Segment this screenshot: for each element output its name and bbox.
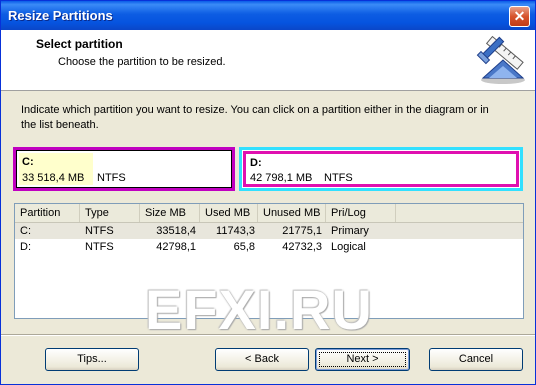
partition-size: 42 798,1 MB — [250, 172, 313, 184]
wizard-header: Select partition Choose the partition to… — [1, 30, 535, 91]
cell-unused: 21775,1 — [282, 225, 322, 237]
cell-type: NTFS — [85, 241, 114, 253]
partition-block-d[interactable]: D: 42 798,1 MB NTFS — [239, 147, 523, 191]
cell-partition: C: — [20, 225, 31, 237]
title-bar: Resize Partitions ✕ — [1, 1, 535, 30]
partition-block-c[interactable]: C: 33 518,4 MB NTFS — [13, 147, 235, 191]
page-subtitle: Choose the partition to be resized. — [58, 56, 226, 68]
back-button-label: < Back — [245, 353, 279, 365]
next-button[interactable]: Next > — [315, 348, 410, 371]
tips-button-label: Tips... — [77, 353, 107, 365]
resize-partitions-dialog: Resize Partitions ✕ Select partition Cho… — [0, 0, 536, 385]
column-header-partition[interactable]: Partition — [15, 204, 80, 222]
cell-size: 42798,1 — [156, 241, 196, 253]
cell-unused: 42732,3 — [282, 241, 322, 253]
table-row[interactable]: D: NTFS 42798,1 65,8 42732,3 Logical — [15, 239, 523, 255]
cancel-button[interactable]: Cancel — [429, 348, 523, 371]
cell-used: 11743,3 — [216, 225, 255, 237]
partition-label: C: — [22, 156, 34, 168]
watermark: EFXI.RU — [145, 278, 373, 341]
column-header-size[interactable]: Size MB — [140, 204, 200, 222]
partition-diagram: C: 33 518,4 MB NTFS D: 42 798,1 MB NTFS — [13, 147, 523, 191]
focus-ring — [319, 352, 406, 367]
tips-button[interactable]: Tips... — [45, 348, 139, 371]
column-header-unused[interactable]: Unused MB — [258, 204, 326, 222]
cell-partition: D: — [20, 241, 31, 253]
close-button[interactable]: ✕ — [509, 6, 530, 27]
cell-type: NTFS — [85, 225, 114, 237]
cell-size: 33518,4 — [156, 225, 196, 237]
cell-used: 65,8 — [233, 241, 255, 253]
close-icon: ✕ — [513, 8, 526, 24]
instructions-text: Indicate which partition you want to res… — [21, 104, 489, 131]
page-title: Select partition — [36, 37, 123, 51]
cell-prilog: Primary — [331, 225, 369, 237]
cancel-button-label: Cancel — [458, 353, 494, 365]
column-header-prilog[interactable]: Pri/Log — [326, 204, 396, 222]
partition-size: 33 518,4 MB — [22, 172, 85, 184]
table-row[interactable]: C: NTFS 33518,4 11743,3 21775,1 Primary — [15, 223, 523, 239]
column-header-type[interactable]: Type — [80, 204, 140, 222]
resize-tool-icon — [476, 35, 525, 84]
partition-filesystem: NTFS — [324, 172, 353, 184]
button-divider — [1, 334, 535, 336]
window-title: Resize Partitions — [8, 8, 113, 23]
back-button[interactable]: < Back — [215, 348, 309, 371]
list-header: Partition Type Size MB Used MB Unused MB… — [15, 204, 523, 223]
partition-label: D: — [250, 157, 262, 169]
column-header-used[interactable]: Used MB — [200, 204, 258, 222]
partition-filesystem: NTFS — [97, 172, 126, 184]
cell-prilog: Logical — [331, 241, 366, 253]
